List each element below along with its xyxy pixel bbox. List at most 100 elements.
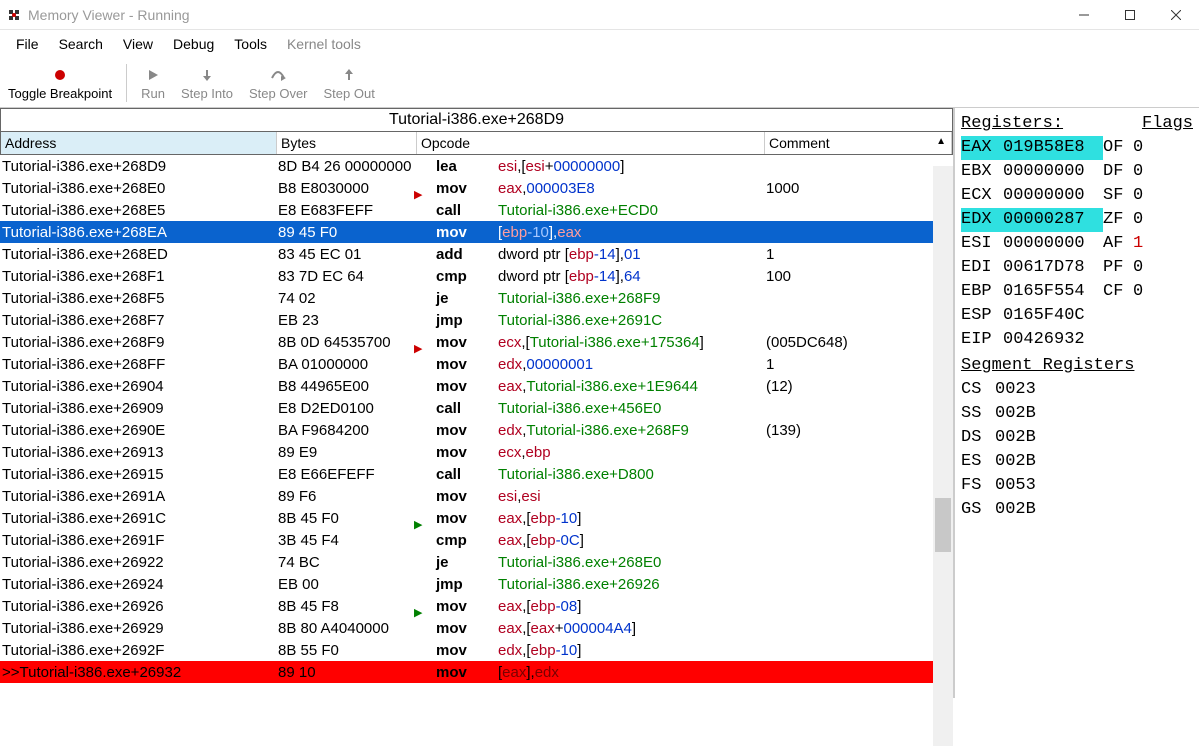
disasm-row[interactable]: Tutorial-i386.exe+2691389 E9movecx,ebp xyxy=(0,441,953,463)
jump-arrow-icon: ▶ xyxy=(414,518,422,531)
disasm-row[interactable]: Tutorial-i386.exe+268FFBA 01000000movedx… xyxy=(0,353,953,375)
disasm-row[interactable]: Tutorial-i386.exe+26915E8 E66EFEFFcallTu… xyxy=(0,463,953,485)
disasm-row[interactable]: >>Tutorial-i386.exe+2693289 10mov[eax],e… xyxy=(0,661,953,683)
column-headers[interactable]: Address Bytes Opcode Comment ▲ xyxy=(0,132,953,155)
register-row[interactable]: EDI00617D78PF0 xyxy=(961,256,1193,280)
app-icon xyxy=(0,7,28,23)
disasm-row[interactable]: Tutorial-i386.exe+26904B8 44965E00moveax… xyxy=(0,375,953,397)
row-opcode: mov xyxy=(436,444,496,461)
register-row[interactable]: EBP0165F554CF0 xyxy=(961,280,1193,304)
row-address: Tutorial-i386.exe+2692F xyxy=(0,642,276,659)
disasm-row[interactable]: Tutorial-i386.exe+268F183 7D EC 64cmpdwo… xyxy=(0,265,953,287)
flag-name xyxy=(1103,328,1133,352)
disasm-row[interactable]: Tutorial-i386.exe+2691F3B 45 F4cmpeax,[e… xyxy=(0,529,953,551)
maximize-button[interactable] xyxy=(1107,0,1153,30)
register-name: EAX xyxy=(961,136,1003,160)
segment-value: 002B xyxy=(995,402,1036,426)
disasm-row[interactable]: Tutorial-i386.exe+268ED83 45 EC 01adddwo… xyxy=(0,243,953,265)
disasm-row[interactable]: Tutorial-i386.exe+2692274 BCjeTutorial-i… xyxy=(0,551,953,573)
register-row[interactable]: EDX00000287ZF0 xyxy=(961,208,1193,232)
menu-debug[interactable]: Debug xyxy=(163,32,224,56)
row-address: Tutorial-i386.exe+268D9 xyxy=(0,158,276,175)
step-into-button: Step Into xyxy=(173,58,241,107)
step-out-icon xyxy=(342,64,356,86)
row-opcode: mov xyxy=(436,224,496,241)
disasm-row[interactable]: Tutorial-i386.exe+269268B 45 F8▶moveax,[… xyxy=(0,595,953,617)
row-operand: ecx,[Tutorial-i386.exe+175364] xyxy=(496,334,764,351)
register-row[interactable]: ESP0165F40C xyxy=(961,304,1193,328)
toolbar: Toggle Breakpoint Run Step IntoStep Over St… xyxy=(0,58,1199,108)
register-row[interactable]: EIP00426932 xyxy=(961,328,1193,352)
disasm-row[interactable]: Tutorial-i386.exe+269298B 80 A4040000mov… xyxy=(0,617,953,639)
segment-row[interactable]: SS002B xyxy=(961,402,1193,426)
disasm-row[interactable]: Tutorial-i386.exe+26924EB 00jmpTutorial-… xyxy=(0,573,953,595)
register-row[interactable]: ESI00000000AF1 xyxy=(961,232,1193,256)
disasm-row[interactable]: Tutorial-i386.exe+268F7EB 23jmpTutorial-… xyxy=(0,309,953,331)
disasm-row[interactable]: Tutorial-i386.exe+268F98B 0D 64535700▶mo… xyxy=(0,331,953,353)
col-address[interactable]: Address xyxy=(1,132,277,154)
disassembly-pane: Tutorial-i386.exe+268D9 Address Bytes Op… xyxy=(0,108,954,698)
close-button[interactable] xyxy=(1153,0,1199,30)
minimize-button[interactable] xyxy=(1061,0,1107,30)
segment-value: 0023 xyxy=(995,378,1036,402)
row-bytes: 8B 45 F8 xyxy=(276,598,416,615)
segment-row[interactable]: ES002B xyxy=(961,450,1193,474)
row-comment: (005DC648) xyxy=(764,334,953,351)
segment-value: 002B xyxy=(995,498,1036,522)
register-name: EDI xyxy=(961,256,1003,280)
row-address: Tutorial-i386.exe+268F5 xyxy=(0,290,276,307)
flag-value: 1 xyxy=(1133,232,1143,256)
menu-tools[interactable]: Tools xyxy=(224,32,277,56)
col-opcode[interactable]: Opcode xyxy=(417,132,765,154)
row-comment: 100 xyxy=(764,268,953,285)
row-opcode: mov xyxy=(436,664,496,681)
menu-search[interactable]: Search xyxy=(49,32,113,56)
segment-row[interactable]: GS002B xyxy=(961,498,1193,522)
row-operand: Tutorial-i386.exe+2691C xyxy=(496,312,764,329)
col-bytes[interactable]: Bytes xyxy=(277,132,417,154)
segment-row[interactable]: CS0023 xyxy=(961,378,1193,402)
row-bytes: 8D B4 26 00000000 xyxy=(276,158,416,175)
menu-view[interactable]: View xyxy=(113,32,163,56)
disasm-row[interactable]: Tutorial-i386.exe+2691A89 F6movesi,esi xyxy=(0,485,953,507)
col-comment[interactable]: Comment xyxy=(765,132,952,154)
disasm-row[interactable]: Tutorial-i386.exe+2690EBA F9684200movedx… xyxy=(0,419,953,441)
row-opcode: call xyxy=(436,400,496,417)
toggle-breakpoint-button[interactable]: Toggle Breakpoint xyxy=(0,58,120,107)
tool-label: Run xyxy=(141,86,165,101)
row-operand: [ebp-10],eax xyxy=(496,224,764,241)
row-opcode: mov xyxy=(436,334,496,351)
title-bar: Memory Viewer - Running xyxy=(0,0,1199,30)
disasm-row[interactable]: Tutorial-i386.exe+268E5E8 E683FEFFcallTu… xyxy=(0,199,953,221)
disasm-row[interactable]: Tutorial-i386.exe+268E0B8 E8030000▶movea… xyxy=(0,177,953,199)
segment-row[interactable]: DS002B xyxy=(961,426,1193,450)
disassembly-rows[interactable]: Tutorial-i386.exe+268D98D B4 26 00000000… xyxy=(0,155,953,698)
step-over-button: Step Over xyxy=(241,58,316,107)
register-value: 00426932 xyxy=(1003,328,1103,352)
segment-row[interactable]: FS0053 xyxy=(961,474,1193,498)
register-row[interactable]: EBX00000000DF0 xyxy=(961,160,1193,184)
disasm-row[interactable]: Tutorial-i386.exe+2692F8B 55 F0movedx,[e… xyxy=(0,639,953,661)
row-bytes: 89 E9 xyxy=(276,444,416,461)
register-list: EAX019B58E8OF0EBX00000000DF0ECX00000000S… xyxy=(961,136,1193,352)
disasm-row[interactable]: Tutorial-i386.exe+268EA89 45 F0mov[ebp-1… xyxy=(0,221,953,243)
row-operand: edx,Tutorial-i386.exe+268F9 xyxy=(496,422,764,439)
tool-label: Step Out xyxy=(324,86,375,101)
row-bytes: 89 10 xyxy=(276,664,416,681)
flag-name: PF xyxy=(1103,256,1133,280)
vertical-scrollbar[interactable] xyxy=(933,166,953,746)
row-address: Tutorial-i386.exe+2691F xyxy=(0,532,276,549)
register-value: 019B58E8 xyxy=(1003,136,1103,160)
row-address: Tutorial-i386.exe+2690E xyxy=(0,422,276,439)
disasm-row[interactable]: Tutorial-i386.exe+2691C8B 45 F0▶moveax,[… xyxy=(0,507,953,529)
row-bytes: 8B 80 A4040000 xyxy=(276,620,416,637)
disasm-row[interactable]: Tutorial-i386.exe+26909E8 D2ED0100callTu… xyxy=(0,397,953,419)
menu-file[interactable]: File xyxy=(6,32,49,56)
disasm-row[interactable]: Tutorial-i386.exe+268D98D B4 26 00000000… xyxy=(0,155,953,177)
row-opcode: mov xyxy=(436,620,496,637)
register-name: EIP xyxy=(961,328,1003,352)
register-row[interactable]: EAX019B58E8OF0 xyxy=(961,136,1193,160)
disasm-row[interactable]: Tutorial-i386.exe+268F574 02jeTutorial-i… xyxy=(0,287,953,309)
scrollbar-thumb[interactable] xyxy=(935,498,951,552)
register-row[interactable]: ECX00000000SF0 xyxy=(961,184,1193,208)
